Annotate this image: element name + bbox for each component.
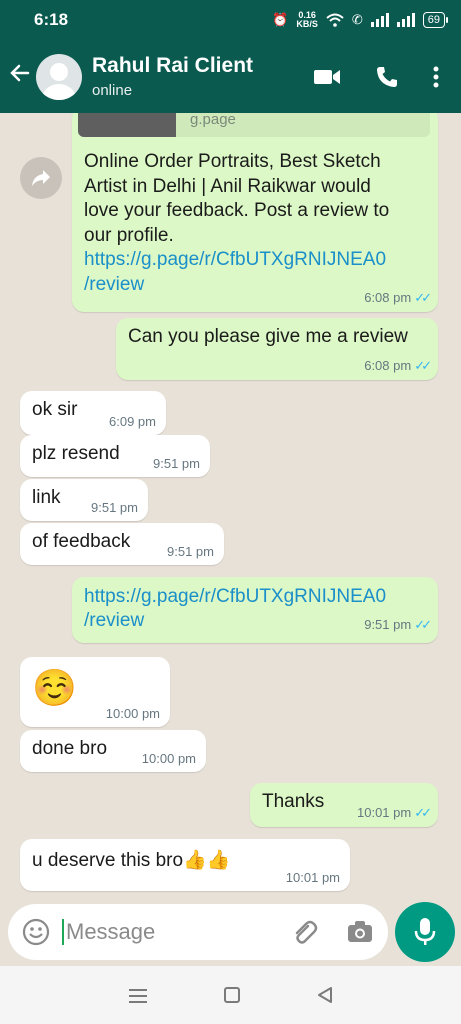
- message-outgoing[interactable]: g.page Online Order Portraits, Best Sket…: [72, 113, 438, 312]
- chat-header: Rahul Rai Client online: [0, 40, 461, 113]
- link-preview-domain: g.page: [190, 113, 236, 128]
- signal-strength-icon-2: [396, 13, 415, 27]
- message-time: 9:51 pm: [167, 544, 214, 559]
- message-incoming[interactable]: done bro 10:00 pm: [20, 730, 206, 772]
- camera-icon[interactable]: [346, 919, 374, 945]
- message-outgoing[interactable]: https://g.page/r/CfbUTXgRNIJNEA0 /review…: [72, 577, 438, 643]
- status-time: 6:18: [34, 10, 69, 29]
- status-icons: ⏰ 0.16 KB/S ✆ 69: [272, 10, 449, 29]
- message-time: 9:51 pm: [153, 456, 200, 471]
- more-vert-icon[interactable]: [433, 65, 439, 89]
- message-incoming[interactable]: plz resend 9:51 pm: [20, 435, 210, 477]
- read-ticks-icon: ✓✓: [414, 290, 432, 305]
- message-link[interactable]: https://g.page/r/CfbUTXgRNIJNEA0: [84, 585, 426, 609]
- contact-status: online: [92, 82, 133, 99]
- message-text: link: [32, 487, 61, 508]
- message-time: 9:51 pm: [91, 500, 138, 515]
- smiling-face-emoji: ☺️: [32, 667, 77, 708]
- alarm-icon: ⏰: [272, 12, 289, 27]
- home-icon[interactable]: [223, 986, 241, 1004]
- wifi-icon: [326, 13, 344, 27]
- message-time: 6:08 pm ✓✓: [364, 358, 432, 373]
- read-ticks-icon: ✓✓: [414, 358, 432, 373]
- message-text: Thanks: [262, 791, 325, 812]
- volte-call-icon: ✆: [351, 12, 363, 27]
- contact-name: Rahul Rai Client: [92, 54, 254, 77]
- message-text: Online Order Portraits, Best Sketch Arti…: [84, 150, 389, 297]
- message-input[interactable]: [62, 919, 282, 945]
- message-time: 10:00 pm: [105, 706, 160, 721]
- network-speed: 0.16 KB/S: [296, 10, 318, 29]
- message-outgoing[interactable]: Thanks 10:01 pm ✓✓: [250, 783, 438, 827]
- phone-icon[interactable]: [375, 65, 399, 89]
- message-incoming[interactable]: ok sir 6:09 pm: [20, 391, 166, 435]
- status-bar: 6:18 ⏰ 0.16 KB/S ✆ 69: [0, 0, 461, 40]
- battery-indicator: 69: [422, 12, 449, 28]
- forward-icon[interactable]: [20, 157, 62, 199]
- message-incoming[interactable]: ☺️ 10:00 pm: [20, 657, 170, 727]
- message-link[interactable]: https://g.page/r/CfbUTXgRNIJNEA0: [84, 248, 389, 273]
- message-time: 6:08 pm ✓✓: [364, 290, 432, 305]
- link-preview-image: [78, 113, 176, 137]
- message-time: 9:51 pm ✓✓: [364, 617, 432, 632]
- chat-area[interactable]: g.page Online Order Portraits, Best Sket…: [0, 113, 461, 900]
- message-time: 10:01 pm ✓✓: [357, 805, 432, 820]
- message-text: done bro: [32, 738, 108, 759]
- message-incoming[interactable]: link 9:51 pm: [20, 479, 148, 521]
- message-incoming[interactable]: u deserve this bro👍👍 10:01 pm: [20, 839, 350, 891]
- read-ticks-icon: ✓✓: [414, 805, 432, 820]
- message-text: plz resend: [32, 443, 120, 464]
- back-nav-icon[interactable]: [316, 986, 334, 1004]
- contact-info[interactable]: Rahul Rai Client online: [92, 54, 253, 99]
- avatar[interactable]: [36, 53, 82, 100]
- signal-strength-icon: [370, 13, 389, 27]
- message-incoming[interactable]: of feedback 9:51 pm: [20, 523, 224, 565]
- message-time: 10:01 pm: [285, 870, 340, 885]
- header-actions: [313, 65, 461, 89]
- message-outgoing[interactable]: Can you please give me a review 6:08 pm ✓…: [116, 318, 438, 380]
- read-ticks-icon: ✓✓: [414, 617, 432, 632]
- composer: [0, 900, 461, 966]
- mic-icon[interactable]: [395, 902, 455, 962]
- message-text: ok sir: [32, 399, 78, 420]
- arrow-left-icon[interactable]: [0, 61, 36, 92]
- message-text: Can you please give me a review: [128, 326, 408, 347]
- message-text: u deserve this bro👍👍: [32, 850, 231, 871]
- message-box: [8, 904, 388, 960]
- paperclip-icon[interactable]: [290, 918, 318, 946]
- system-nav-bar: [0, 966, 461, 1024]
- message-time: 10:00 pm: [141, 751, 196, 766]
- message-link-cont[interactable]: /review: [84, 273, 389, 298]
- emoji-icon[interactable]: [22, 918, 50, 946]
- video-call-icon[interactable]: [313, 67, 341, 87]
- message-text: of feedback: [32, 531, 131, 552]
- message-time: 6:09 pm: [109, 414, 156, 429]
- recent-apps-icon[interactable]: [128, 987, 148, 1003]
